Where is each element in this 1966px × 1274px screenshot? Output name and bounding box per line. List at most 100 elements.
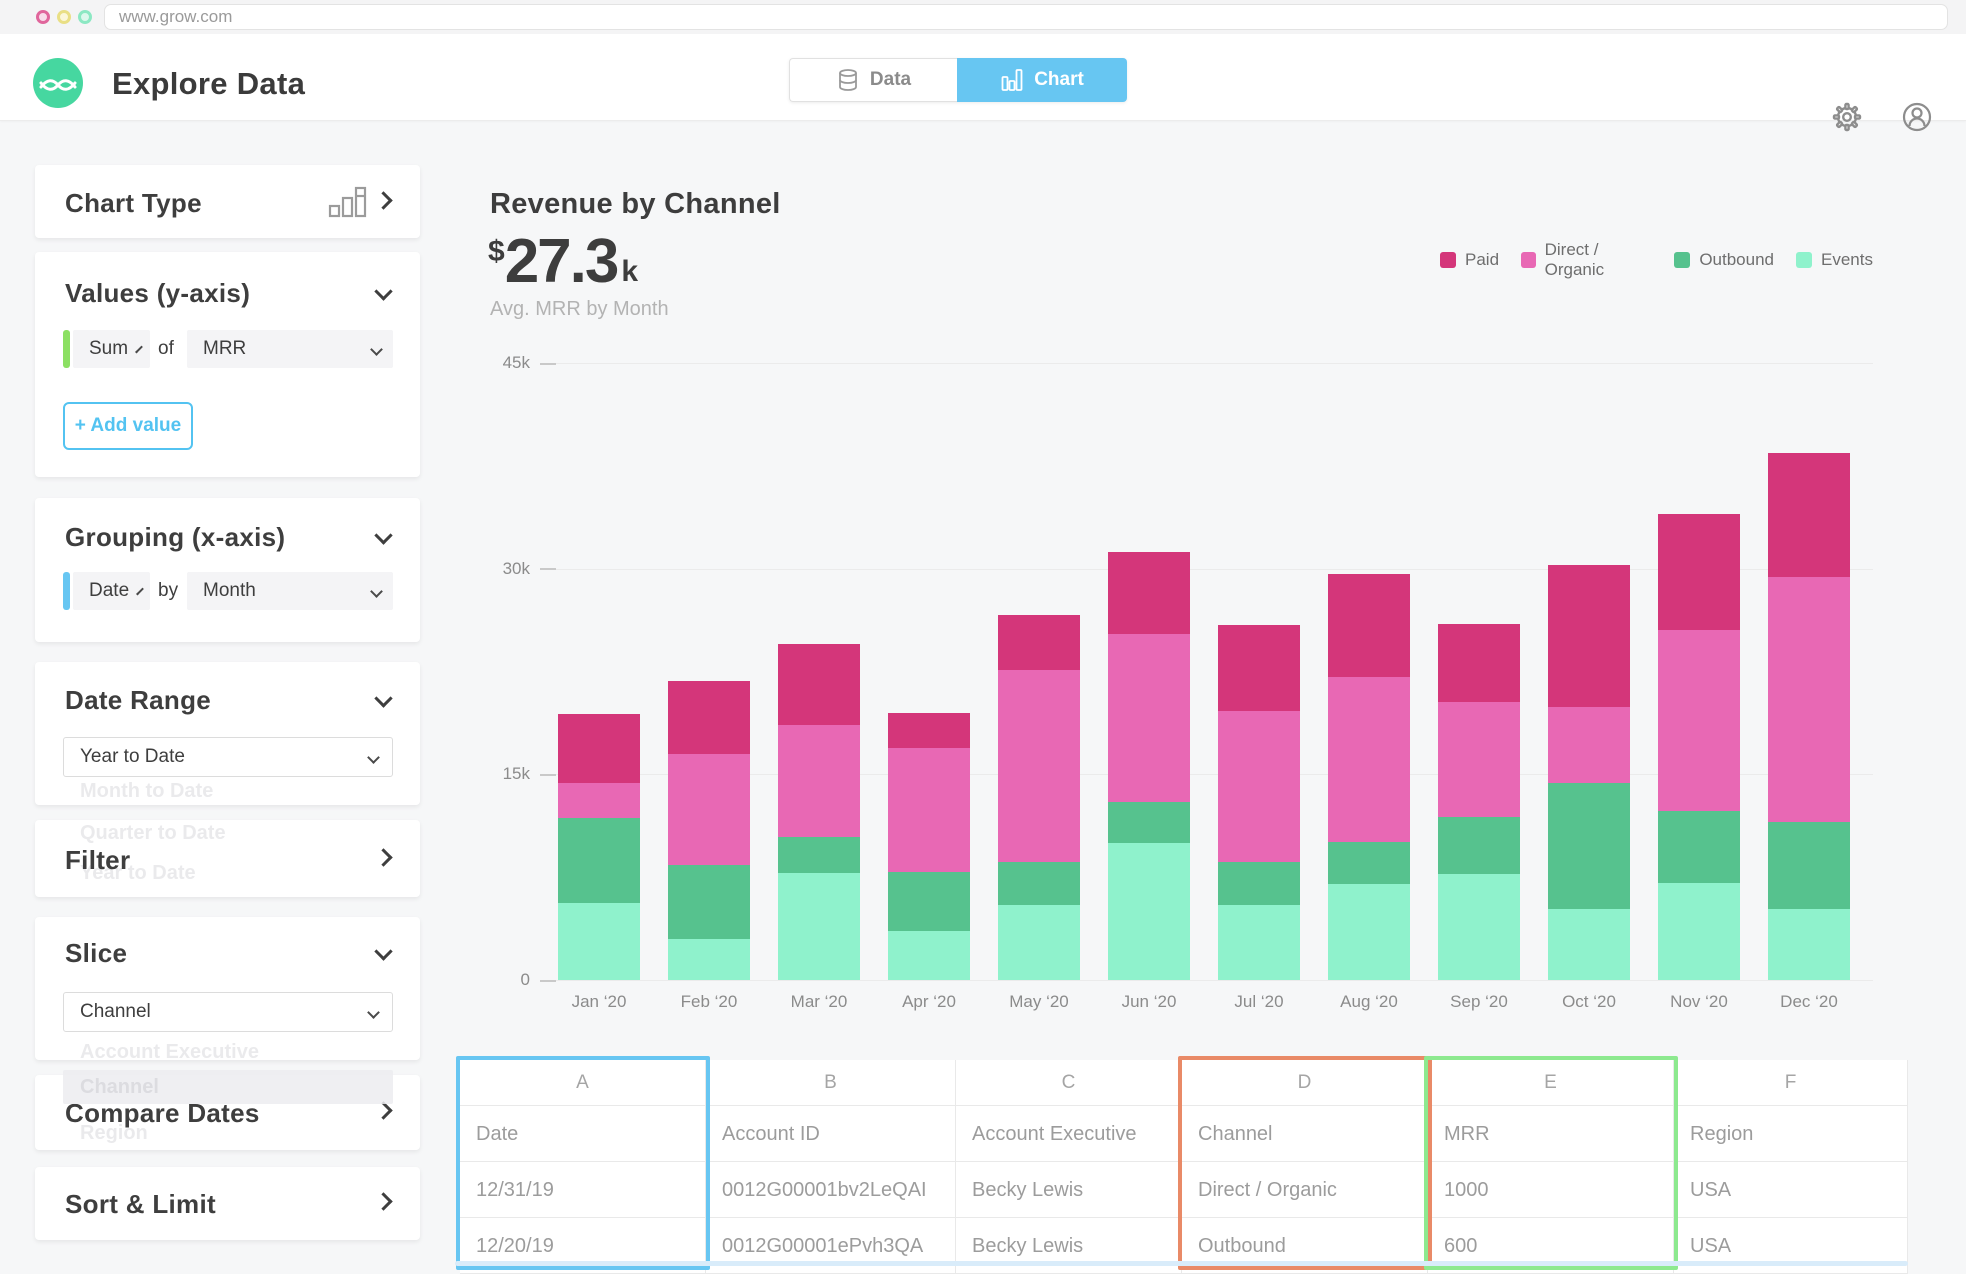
bar-segment[interactable] [1548,783,1630,909]
table-cell[interactable]: 0012G00001bv2LeQAI [706,1162,956,1218]
bar-segment[interactable] [1328,884,1410,980]
bar-segment[interactable] [1218,862,1300,905]
slice-select[interactable]: Channel [63,992,393,1032]
grouping-interval-select[interactable]: Month [187,572,393,610]
bar-segment[interactable] [778,644,860,725]
bar-segment[interactable] [888,872,970,931]
bar-segment[interactable] [668,865,750,939]
bar-segment[interactable] [1328,842,1410,885]
bar-segment[interactable] [558,714,640,783]
bar-segment[interactable] [1328,574,1410,677]
chevron-right-icon [374,1101,392,1119]
profile-avatar-icon[interactable] [1897,97,1937,137]
add-value-button[interactable]: + Add value [63,402,193,450]
bar-segment[interactable] [998,615,1080,670]
bar-segment[interactable] [1438,817,1520,875]
bar-segment[interactable] [1548,565,1630,708]
chart-type-panel[interactable]: Chart Type [35,165,420,238]
bar-segment[interactable] [1658,811,1740,882]
sort-limit-panel[interactable]: Sort & Limit [35,1167,420,1240]
bar-segment[interactable] [998,862,1080,905]
bar-segment[interactable] [888,748,970,871]
close-window-icon[interactable] [36,10,50,24]
column-letter[interactable]: B [706,1060,956,1106]
value-field-select[interactable]: MRR [187,330,393,368]
settings-gear-icon[interactable] [1827,97,1867,137]
bar-segment[interactable] [998,905,1080,980]
bar-segment[interactable] [1658,514,1740,631]
value-field: MRR [203,338,362,360]
bar-segment[interactable] [1768,453,1850,576]
legend-item[interactable]: Direct / Organic [1521,240,1652,280]
kpi-unit: k [621,255,638,289]
x-tick-label: Dec ‘20 [1761,992,1857,1012]
legend-item[interactable]: Paid [1440,240,1499,280]
bar-segment[interactable] [1548,707,1630,782]
value-accent-bar [63,330,70,368]
column-letter[interactable]: F [1674,1060,1908,1106]
legend-item[interactable]: Events [1796,240,1873,280]
column-letter[interactable]: C [956,1060,1182,1106]
legend-label: Direct / Organic [1545,240,1653,280]
bar-segment[interactable] [668,754,750,865]
bar-segment[interactable] [1108,802,1190,843]
grow-logo-icon[interactable] [33,58,83,108]
bar-segment[interactable] [558,903,640,980]
table-cell[interactable]: 1000 [1428,1162,1674,1218]
bar-segment[interactable] [1768,822,1850,908]
bar-segment[interactable] [1658,883,1740,980]
table-cell[interactable]: USA [1674,1162,1908,1218]
column-letter[interactable]: E [1428,1060,1674,1106]
column-header-cell[interactable]: Region [1674,1106,1908,1162]
table-cell[interactable]: Becky Lewis [956,1162,1182,1218]
bar-segment[interactable] [1438,874,1520,980]
column-header-cell[interactable]: MRR [1428,1106,1674,1162]
bar-segment[interactable] [1658,630,1740,811]
bar-segment[interactable] [1108,634,1190,801]
column-header-cell[interactable]: Date [460,1106,706,1162]
bar-segment[interactable] [1218,711,1300,862]
bar-segment[interactable] [1328,677,1410,842]
tab-data[interactable]: Data [789,58,957,102]
bar-segment[interactable] [1108,843,1190,980]
table-cell[interactable]: 12/31/19 [460,1162,706,1218]
bar-segment[interactable] [1768,577,1850,822]
grouping-field-select[interactable]: Date [73,572,150,610]
bar-segment[interactable] [1218,625,1300,711]
maximize-window-icon[interactable] [78,10,92,24]
column-letter[interactable]: A [460,1060,706,1106]
bar-segment[interactable] [888,931,970,980]
date-range-select[interactable]: Year to Date [63,737,393,777]
bar-segment[interactable] [668,681,750,754]
column-letter[interactable]: D [1182,1060,1428,1106]
column-header-cell[interactable]: Account Executive [956,1106,1182,1162]
ghost-option-region: Region [80,1122,148,1145]
bar-segment[interactable] [1218,905,1300,980]
bar-segment[interactable] [1768,909,1850,980]
bar-segment[interactable] [1438,702,1520,817]
bar-segment[interactable] [1108,552,1190,634]
aggregation-select[interactable]: Sum [73,330,150,368]
bar-segment[interactable] [778,873,860,980]
address-bar[interactable]: www.grow.com [104,4,1948,30]
table-scrollbar[interactable] [455,1261,1908,1266]
bar-segment[interactable] [558,783,640,819]
legend-item[interactable]: Outbound [1674,240,1774,280]
bar-segment[interactable] [888,713,970,749]
bar-segment[interactable] [998,670,1080,862]
bar-segment[interactable] [668,939,750,980]
bar-segment[interactable] [778,725,860,837]
legend-label: Paid [1465,250,1499,270]
ghost-option-quarter-to-date: Quarter to Date [80,822,226,845]
bar-segment[interactable] [1438,624,1520,702]
minimize-window-icon[interactable] [57,10,71,24]
x-tick-label: Mar ‘20 [771,992,867,1012]
column-header-cell[interactable]: Channel [1182,1106,1428,1162]
x-tick-label: Nov ‘20 [1651,992,1747,1012]
table-cell[interactable]: Direct / Organic [1182,1162,1428,1218]
tab-chart[interactable]: Chart [957,58,1127,102]
bar-segment[interactable] [1548,909,1630,980]
column-header-cell[interactable]: Account ID [706,1106,956,1162]
bar-segment[interactable] [778,837,860,873]
bar-segment[interactable] [558,818,640,903]
